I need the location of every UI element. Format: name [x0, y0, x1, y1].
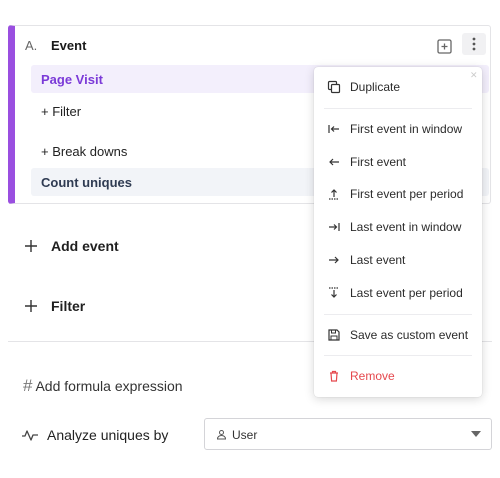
- arrow-right-bar-icon: [327, 220, 341, 234]
- menu-item-label: First event per period: [350, 187, 464, 201]
- menu-item-label: Duplicate: [350, 80, 401, 94]
- plus-icon: [25, 300, 37, 312]
- arrow-down-bar-icon: [327, 286, 341, 300]
- metric-label: Count uniques: [41, 175, 132, 190]
- event-options-menu: ✕ Duplicate First event in window First …: [314, 67, 482, 397]
- add-event-label: Add event: [51, 238, 119, 254]
- trash-icon: [327, 369, 341, 383]
- global-filter-button[interactable]: Filter: [23, 298, 85, 314]
- menu-item-first-event[interactable]: First event: [314, 148, 482, 176]
- arrow-left-bar-icon: [327, 122, 341, 136]
- more-options-button[interactable]: [462, 33, 486, 55]
- hash-icon: #: [23, 376, 33, 395]
- add-breakdowns-link[interactable]: + Break downs: [41, 144, 127, 159]
- arrow-up-bar-icon: [327, 187, 341, 201]
- menu-item-first-event-in-window[interactable]: First event in window: [314, 115, 482, 143]
- menu-item-label: Last event per period: [350, 286, 463, 300]
- add-event-button[interactable]: Add event: [23, 238, 119, 254]
- analyze-by-value: User: [232, 428, 258, 442]
- plus-icon: [25, 240, 37, 252]
- formula-label: Add formula expression: [35, 378, 183, 394]
- filter-label: Filter: [51, 298, 86, 314]
- menu-item-last-event-in-window[interactable]: Last event in window: [314, 213, 482, 241]
- event-title: Event: [51, 38, 87, 53]
- menu-item-last-event[interactable]: Last event: [314, 246, 482, 274]
- arrow-left-icon: [327, 155, 341, 169]
- menu-divider: [324, 314, 472, 315]
- menu-item-first-event-per-period[interactable]: First event per period: [314, 180, 482, 208]
- menu-item-label: Last event: [350, 253, 406, 267]
- chevron-down-icon: [471, 431, 481, 437]
- activity-icon: [22, 430, 38, 441]
- user-icon: [216, 430, 227, 440]
- menu-item-save-as-custom-event[interactable]: Save as custom event: [314, 321, 482, 349]
- menu-item-last-event-per-period[interactable]: Last event per period: [314, 279, 482, 307]
- event-name: Page Visit: [41, 72, 103, 87]
- add-filter-link[interactable]: + Filter: [41, 104, 81, 119]
- add-formula-button[interactable]: # Add formula expression: [23, 376, 183, 396]
- menu-item-label: Remove: [350, 369, 395, 383]
- menu-divider: [324, 108, 472, 109]
- duplicate-icon: [327, 80, 341, 94]
- arrow-right-icon: [327, 253, 341, 267]
- menu-item-label: Last event in window: [350, 220, 462, 234]
- menu-item-remove[interactable]: Remove: [314, 362, 482, 390]
- menu-divider: [324, 355, 472, 356]
- analyze-by-select[interactable]: User: [204, 418, 492, 450]
- menu-item-label: Save as custom event: [350, 328, 469, 342]
- analyze-row: Analyze uniques by: [21, 427, 168, 443]
- add-square-icon[interactable]: [436, 38, 453, 55]
- event-letter: A.: [25, 38, 38, 53]
- menu-item-duplicate[interactable]: Duplicate: [314, 73, 482, 101]
- menu-item-label: First event: [350, 155, 407, 169]
- menu-item-label: First event in window: [350, 122, 463, 136]
- analyze-label: Analyze uniques by: [47, 427, 169, 443]
- save-icon: [327, 328, 341, 342]
- kebab-icon: [472, 37, 476, 51]
